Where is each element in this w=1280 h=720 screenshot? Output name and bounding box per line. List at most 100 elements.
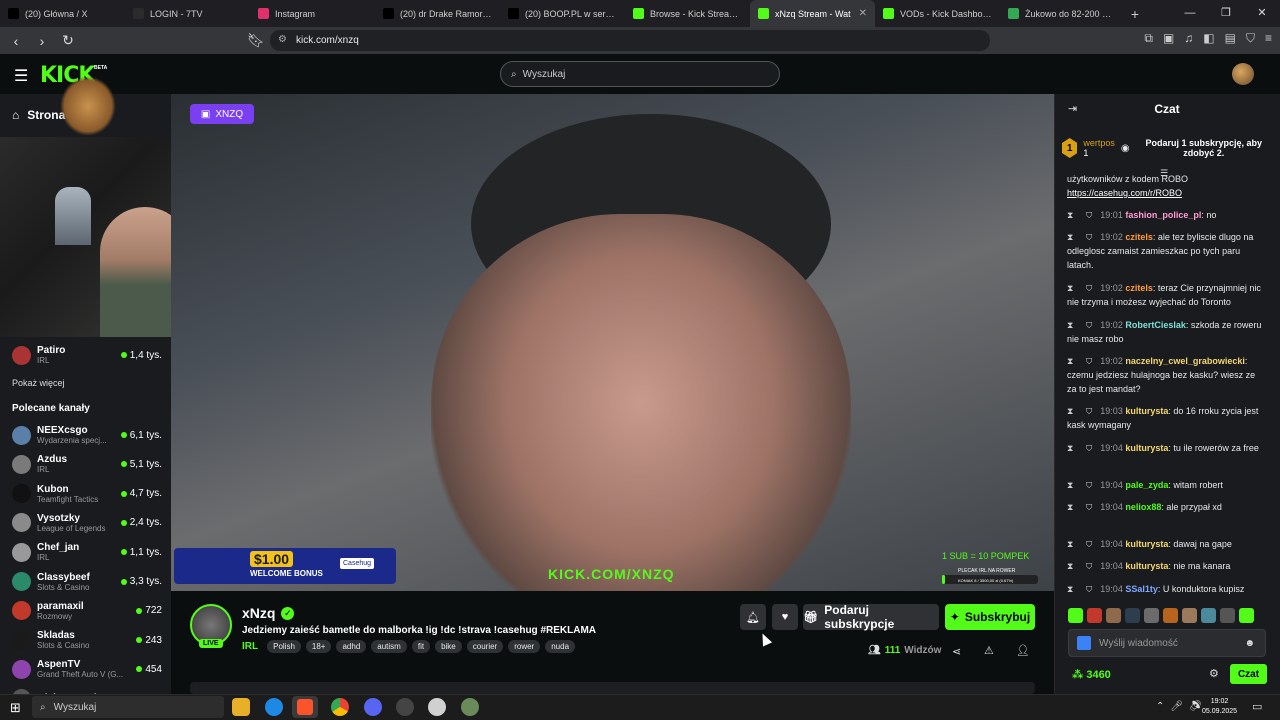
stream-tag[interactable]: adhd	[336, 640, 367, 653]
emote-icon[interactable]	[1201, 608, 1216, 623]
edge-icon[interactable]	[265, 698, 283, 716]
emote-icon[interactable]	[1125, 608, 1140, 623]
sidebar-channel-item[interactable]: Vysotzky League of Legends 2,4 tys.	[12, 509, 162, 537]
message-action-icons[interactable]: ⧗ ⛉	[1067, 283, 1097, 293]
message-user[interactable]: czitels	[1125, 283, 1153, 293]
notifications-icon[interactable]: ▭	[1252, 700, 1262, 713]
minimize-icon[interactable]: —	[1172, 0, 1208, 27]
menu-icon[interactable]: ≡	[1265, 31, 1272, 46]
sidebar-channel-item[interactable]: paramaxil Rozmowy 722	[12, 597, 162, 625]
message-action-icons[interactable]: ⧗ ⛉	[1067, 320, 1097, 330]
stream-tag[interactable]: rower	[508, 640, 541, 653]
stream-category[interactable]: IRL	[242, 641, 258, 652]
wallet-icon[interactable]: ▤	[1225, 31, 1236, 46]
user-avatar[interactable]	[1232, 63, 1254, 85]
brave-active-slot[interactable]	[292, 696, 318, 718]
discord-icon[interactable]	[364, 698, 382, 716]
emote-icon[interactable]	[1220, 608, 1235, 623]
gifter-info[interactable]: wertpos 1	[1083, 138, 1115, 158]
emote-icon[interactable]	[1163, 608, 1178, 623]
reload-icon[interactable]: ↻	[58, 32, 78, 49]
message-user[interactable]: czitels	[1125, 232, 1153, 242]
emote-icon[interactable]	[1144, 608, 1159, 623]
emote-icon[interactable]	[1106, 608, 1121, 623]
forward-icon[interactable]: ›	[32, 33, 52, 49]
emote-icon[interactable]	[1087, 608, 1102, 623]
sidebar-channel-item[interactable]: AspenTV Grand Theft Auto V (G... 454	[12, 655, 162, 683]
message-user[interactable]: naczelny_cwel_grabowiecki	[1125, 356, 1245, 366]
sidebar-channel-item[interactable]: Patiro IRL 1,4 tys.	[12, 341, 162, 369]
vpn-icon[interactable]: ⛉	[1246, 31, 1255, 46]
notification-bell-button[interactable]: 🔔︎	[740, 604, 766, 630]
site-info-icon[interactable]: ⚙	[278, 34, 287, 45]
system-tray[interactable]: ⌃🎤︎🔊︎	[1156, 701, 1208, 712]
chat-input[interactable]: Wyślij wiadomość ☻	[1068, 629, 1266, 657]
stream-tag[interactable]: Polish	[267, 640, 301, 653]
sidebar-channel-item[interactable]: Kubon Teamfight Tactics 4,7 tys.	[12, 480, 162, 508]
stream-tag[interactable]: 18+	[305, 640, 332, 653]
taskbar-search[interactable]: ⌕ Wyszukaj	[32, 696, 224, 718]
url-field[interactable]: ⚙ kick.com/xnzq	[270, 30, 990, 51]
bookmark-icon[interactable]: 🔖︎	[246, 32, 266, 49]
channel-points[interactable]: ⁂ 3460	[1072, 668, 1111, 681]
message-action-icons[interactable]: ⧗ ⛉	[1067, 480, 1097, 490]
stream-tag[interactable]: autism	[371, 640, 407, 653]
obs-icon[interactable]	[396, 698, 414, 716]
file-explorer-icon[interactable]	[232, 698, 250, 716]
show-more-link[interactable]: Pokaż więcej	[12, 378, 65, 388]
taskbar-clock[interactable]: 19:02 05.09.2025	[1202, 697, 1237, 717]
sidebar-channel-item[interactable]: Chef_jan IRL 1,1 tys.	[12, 538, 162, 566]
media-icon[interactable]: ♫	[1184, 31, 1193, 46]
sidebar-channel-item[interactable]: Azdus IRL 5,1 tys.	[12, 450, 162, 478]
chat-settings-icon[interactable]: ⚙	[1209, 667, 1219, 680]
message-user[interactable]: kulturysta	[1125, 443, 1168, 453]
search-input[interactable]: ⌕ Wyszukaj	[500, 61, 780, 87]
browser-tab[interactable]: xNzq Stream - Wat ✕	[750, 0, 875, 27]
message-user[interactable]: kulturysta	[1125, 561, 1168, 571]
stream-tag[interactable]: courier	[466, 640, 504, 653]
message-action-icons[interactable]: ⧗ ⛉	[1067, 539, 1097, 549]
browser-tab[interactable]: (20) BOOP.PL w serwisie X	[500, 0, 625, 27]
follow-heart-button[interactable]: ♥	[772, 604, 798, 630]
browser-tab[interactable]: VODs - Kick Dashboard	[875, 0, 1000, 27]
message-user[interactable]: RobertCieslak	[1125, 320, 1186, 330]
screenshot-icon[interactable]: ▣	[1163, 31, 1174, 46]
chrome-icon[interactable]	[331, 698, 349, 716]
stream-tag[interactable]: fit	[411, 640, 431, 653]
emote-icon[interactable]	[1239, 608, 1254, 623]
video-player[interactable]	[171, 94, 1054, 591]
new-tab-icon[interactable]: +	[1125, 6, 1145, 22]
close-tab-icon[interactable]: ✕	[859, 8, 867, 19]
sidebar-channel-item[interactable]: Classybeef Slots & Casino 3,3 tys.	[12, 568, 162, 596]
browser-tab[interactable]: (20) dr Drake Ramoray w	[375, 0, 500, 27]
hamburger-menu-icon[interactable]: ☰	[14, 66, 28, 86]
message-user[interactable]: SSal1ty	[1125, 584, 1158, 594]
user-options-icon[interactable]: 👤︎	[1016, 644, 1030, 657]
emote-icon[interactable]	[1068, 608, 1083, 623]
share-icon[interactable]: ⋖	[952, 645, 961, 658]
gift-sub-button[interactable]: 🎁︎ Podaruj subskrypcje	[803, 603, 939, 631]
channel-name[interactable]: xNzq ✓	[242, 605, 295, 621]
message-user[interactable]: fashion_police_pl	[1125, 210, 1201, 220]
message-action-icons[interactable]: ⧗ ⛉	[1067, 232, 1097, 242]
sidebar-channel-item[interactable]: Skladas Slots & Casino 243	[12, 626, 162, 654]
chat-send-button[interactable]: Czat	[1230, 664, 1267, 684]
message-action-icons[interactable]: ⧗ ⛉	[1067, 406, 1097, 416]
game-icon[interactable]	[461, 698, 479, 716]
kick-emote-icon[interactable]	[1077, 636, 1091, 650]
gift-prompt[interactable]: Podaruj 1 subskrypcję, aby zdobyć 2.	[1136, 138, 1272, 158]
emote-icon[interactable]	[1182, 608, 1197, 623]
stream-tag[interactable]: bike	[435, 640, 462, 653]
message-action-icons[interactable]: ⧗ ⛉	[1067, 561, 1097, 571]
sidebar-channel-item[interactable]: NEEXcsgo Wydarzenia specj... 6,1 tys.	[12, 421, 162, 449]
message-action-icons[interactable]: ⧗ ⛉	[1067, 210, 1097, 220]
restore-icon[interactable]: ❐	[1208, 0, 1244, 27]
sidebar-icon[interactable]: ◧	[1203, 31, 1214, 46]
message-user[interactable]: kulturysta	[1125, 406, 1168, 416]
message-user[interactable]: kulturysta	[1125, 539, 1168, 549]
message-action-icons[interactable]: ⧗ ⛉	[1067, 584, 1097, 594]
browser-tab[interactable]: LOGIN - 7TV	[125, 0, 250, 27]
browser-tab[interactable]: Żukowo do 82-200 Malbo	[1000, 0, 1125, 27]
extension-icon[interactable]: ⧉	[1144, 31, 1153, 46]
message-action-icons[interactable]: ⧗ ⛉	[1067, 356, 1097, 366]
